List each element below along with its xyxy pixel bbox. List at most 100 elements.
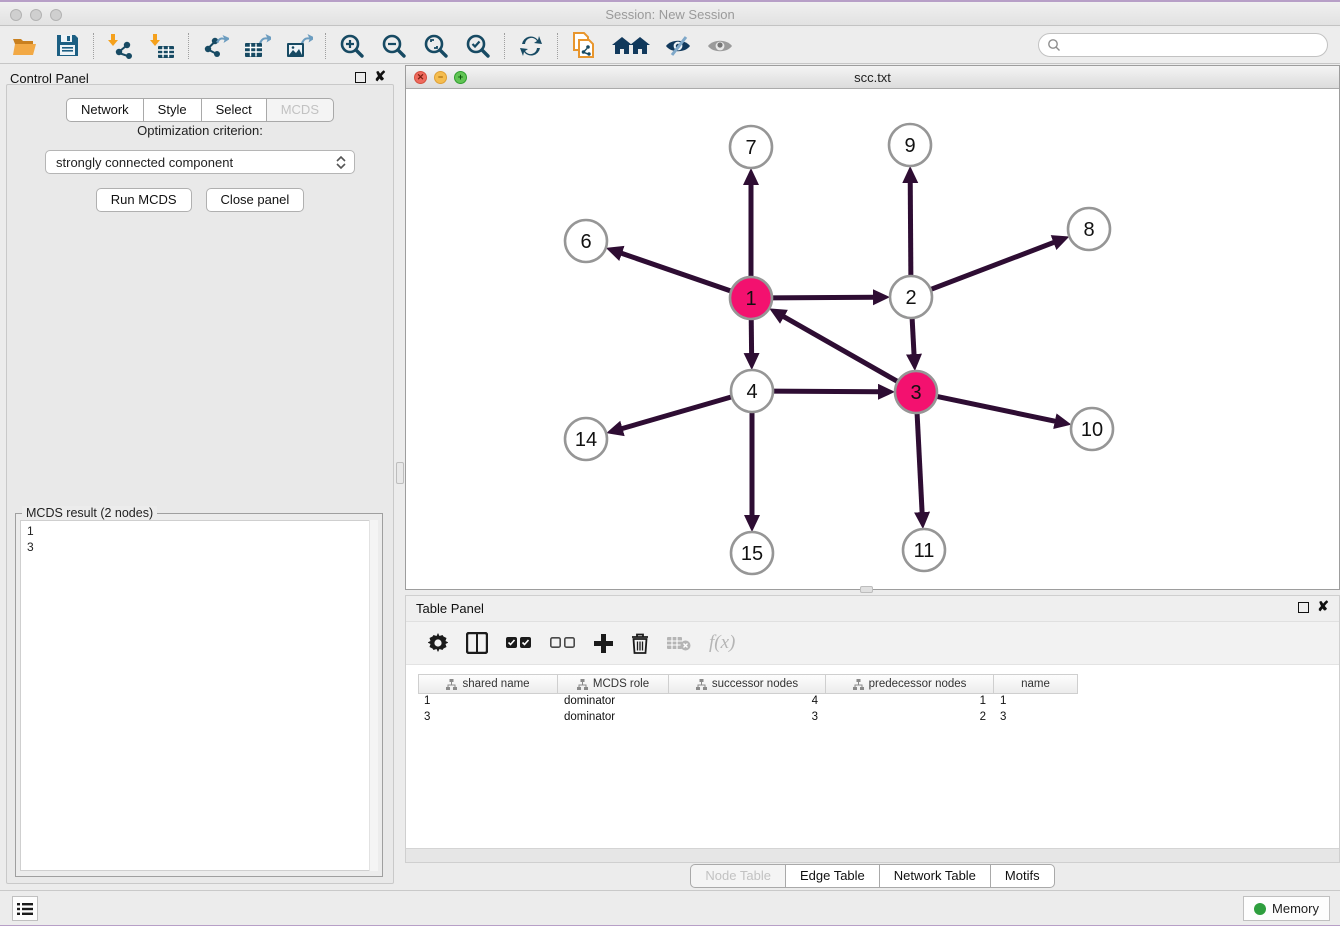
- zoom-in-icon: [339, 33, 365, 59]
- tab-select[interactable]: Select: [201, 98, 266, 122]
- zoom-fit-button[interactable]: [419, 31, 453, 61]
- tab-edge-table[interactable]: Edge Table: [785, 864, 879, 888]
- run-mcds-button[interactable]: Run MCDS: [96, 188, 192, 212]
- table-toolbar: f(x): [406, 621, 1339, 665]
- search-input[interactable]: [1038, 33, 1328, 57]
- tab-network[interactable]: Network: [66, 98, 143, 122]
- graph-edge-3-11[interactable]: [917, 411, 922, 514]
- graph-edges[interactable]: [620, 181, 1057, 517]
- dropdown-stepper-icon: [334, 153, 348, 171]
- graph-node-label-6: 6: [580, 231, 591, 253]
- deselect-all-columns-button[interactable]: [550, 637, 576, 650]
- mcds-result-text[interactable]: 1 3: [20, 520, 378, 871]
- search-icon: [1047, 38, 1061, 52]
- tab-mcds[interactable]: MCDS: [266, 98, 334, 122]
- graph-edge-3-1[interactable]: [782, 316, 899, 383]
- criterion-value: strongly connected component: [56, 155, 233, 170]
- graph-edge-2-3[interactable]: [912, 316, 914, 356]
- graph-edge-4-3[interactable]: [771, 391, 880, 392]
- refresh-button[interactable]: [514, 31, 548, 61]
- table-row[interactable]: 1 dominator 4 1 1: [418, 694, 1078, 710]
- graph-edge-2-9[interactable]: [910, 181, 911, 278]
- graph-node-label-14: 14: [575, 429, 597, 451]
- column-header-shared-name[interactable]: shared name: [418, 674, 558, 694]
- graph-edge-4-14[interactable]: [621, 396, 734, 429]
- task-history-button[interactable]: [12, 896, 38, 921]
- tab-node-table[interactable]: Node Table: [690, 864, 785, 888]
- column-header-predecessor-nodes[interactable]: predecessor nodes: [826, 674, 994, 694]
- graph-node-label-2: 2: [905, 287, 916, 309]
- graph-node-label-10: 10: [1081, 419, 1103, 441]
- control-panel: Control Panel ✘ Network Style Select MCD…: [2, 66, 398, 886]
- delete-table-button[interactable]: [667, 635, 691, 651]
- column-layout-button[interactable]: [466, 632, 488, 654]
- tab-network-table[interactable]: Network Table: [879, 864, 990, 888]
- zoom-in-button[interactable]: [335, 31, 369, 61]
- window-titlebar: Session: New Session: [0, 0, 1340, 26]
- table-float-panel-icon[interactable]: [1298, 602, 1309, 613]
- graph-edge-1-6[interactable]: [620, 253, 733, 292]
- zoom-out-button[interactable]: [377, 31, 411, 61]
- zoom-out-icon: [381, 33, 407, 59]
- table-tabs: Node Table Edge Table Network Table Moti…: [405, 864, 1340, 888]
- export-table-icon: [243, 33, 271, 59]
- hide-selected-button[interactable]: [661, 31, 695, 61]
- horizontal-splitter-grip[interactable]: [860, 586, 873, 593]
- show-all-button[interactable]: [703, 31, 737, 61]
- graph-edge-3-10[interactable]: [935, 396, 1057, 422]
- eye-slash-icon: [664, 35, 692, 57]
- copy-network-button[interactable]: [567, 31, 601, 61]
- network-canvas[interactable]: 7968124314101511: [406, 89, 1339, 589]
- status-bar: Memory: [0, 890, 1340, 926]
- node-table: shared name MCDS role successor nodes pr…: [418, 674, 1078, 726]
- mcds-result-scrollbar[interactable]: [369, 520, 378, 871]
- graph-node-label-7: 7: [745, 137, 756, 159]
- open-file-button[interactable]: [8, 31, 42, 61]
- table-close-panel-icon[interactable]: ✘: [1317, 599, 1329, 613]
- import-table-button[interactable]: [145, 31, 179, 61]
- tab-style[interactable]: Style: [143, 98, 201, 122]
- zoom-selected-button[interactable]: [461, 31, 495, 61]
- network-window-titlebar[interactable]: ✕ − + scc.txt: [406, 66, 1339, 89]
- zoom-fit-icon: [423, 33, 449, 59]
- main-toolbar: [0, 28, 1340, 64]
- column-header-name[interactable]: name: [994, 674, 1078, 694]
- tab-motifs[interactable]: Motifs: [990, 864, 1055, 888]
- export-network-button[interactable]: [198, 31, 232, 61]
- select-all-columns-button[interactable]: [506, 637, 532, 650]
- graph-edge-1-2[interactable]: [770, 297, 875, 298]
- import-table-icon: [149, 33, 175, 59]
- save-floppy-icon: [56, 34, 79, 57]
- graph-node-label-11: 11: [914, 540, 935, 562]
- export-table-button[interactable]: [240, 31, 274, 61]
- function-builder-button[interactable]: f(x): [709, 632, 735, 654]
- criterion-dropdown[interactable]: strongly connected component: [45, 150, 355, 174]
- import-network-button[interactable]: [103, 31, 137, 61]
- refresh-icon: [518, 33, 544, 59]
- import-network-icon: [107, 33, 133, 59]
- mcds-result-group: MCDS result (2 nodes) 1 3: [15, 513, 383, 877]
- table-row[interactable]: 3 dominator 3 2 3: [418, 710, 1078, 726]
- add-column-button[interactable]: [594, 634, 613, 653]
- graph-node-label-8: 8: [1083, 219, 1094, 241]
- export-image-button[interactable]: [282, 31, 316, 61]
- graph-edge-2-8[interactable]: [929, 242, 1056, 290]
- home-button[interactable]: [609, 31, 653, 61]
- eye-icon: [706, 35, 734, 57]
- float-panel-icon[interactable]: [355, 72, 366, 83]
- column-header-successor-nodes[interactable]: successor nodes: [669, 674, 826, 694]
- vertical-splitter-grip[interactable]: [396, 462, 404, 484]
- zoom-selected-icon: [465, 33, 491, 59]
- save-session-button[interactable]: [50, 31, 84, 61]
- column-header-mcds-role[interactable]: MCDS role: [558, 674, 669, 694]
- memory-status-icon: [1254, 903, 1266, 915]
- close-panel-button[interactable]: Close panel: [206, 188, 305, 212]
- table-settings-button[interactable]: [428, 633, 448, 653]
- memory-button[interactable]: Memory: [1243, 896, 1330, 921]
- copy-network-icon: [571, 32, 597, 60]
- delete-column-button[interactable]: [631, 633, 649, 654]
- close-panel-icon[interactable]: ✘: [374, 69, 386, 83]
- memory-label: Memory: [1272, 901, 1319, 916]
- network-view-window: ✕ − + scc.txt 7968124314101511: [405, 65, 1340, 590]
- graph-node-label-9: 9: [904, 135, 915, 157]
